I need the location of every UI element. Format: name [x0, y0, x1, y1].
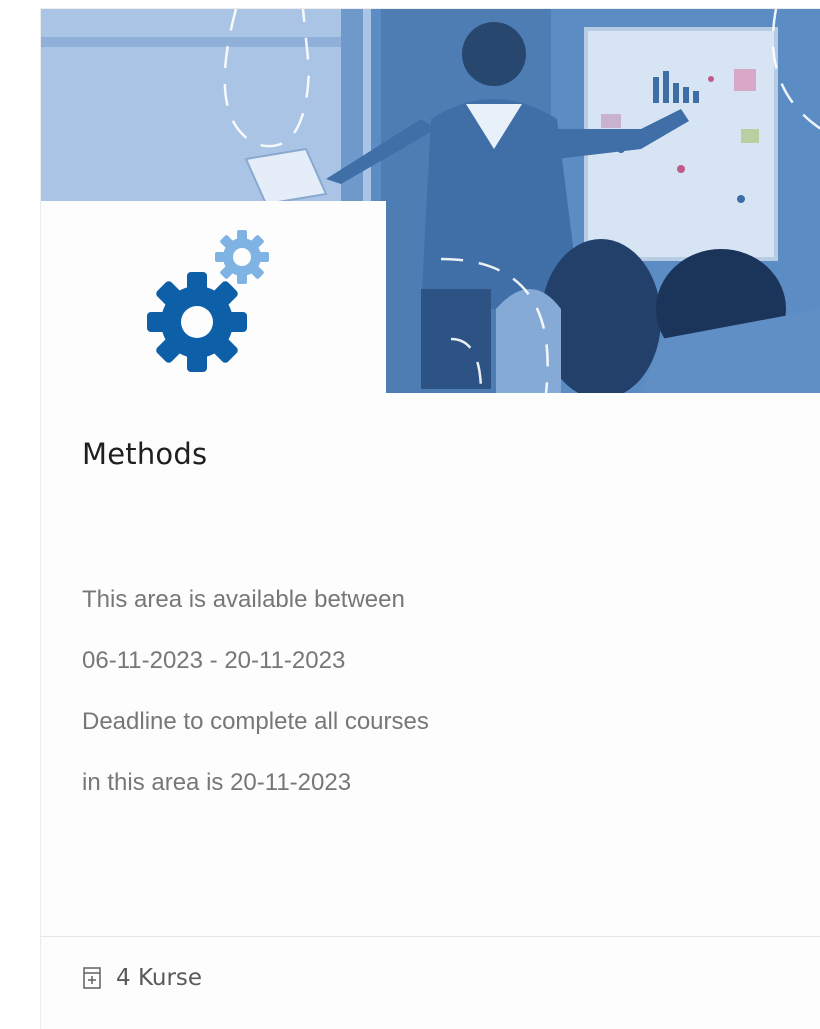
course-count-label: 4 Kurse — [116, 965, 203, 991]
hero-image — [41, 9, 820, 393]
card-title[interactable]: Methods — [82, 437, 207, 471]
description-line: This area is available between — [82, 586, 405, 613]
description-line: Deadline to complete all courses — [82, 708, 429, 735]
description-line: in this area is 20-11-2023 — [82, 769, 352, 796]
area-card[interactable]: Methods This area is available between 0… — [40, 8, 820, 1029]
footer-divider — [41, 936, 820, 937]
description-line: 06-11-2023 - 20-11-2023 — [82, 647, 346, 674]
document-list-icon — [82, 965, 102, 991]
availability-description: This area is available between 06-11-202… — [82, 569, 429, 813]
course-count: 4 Kurse — [82, 965, 202, 991]
